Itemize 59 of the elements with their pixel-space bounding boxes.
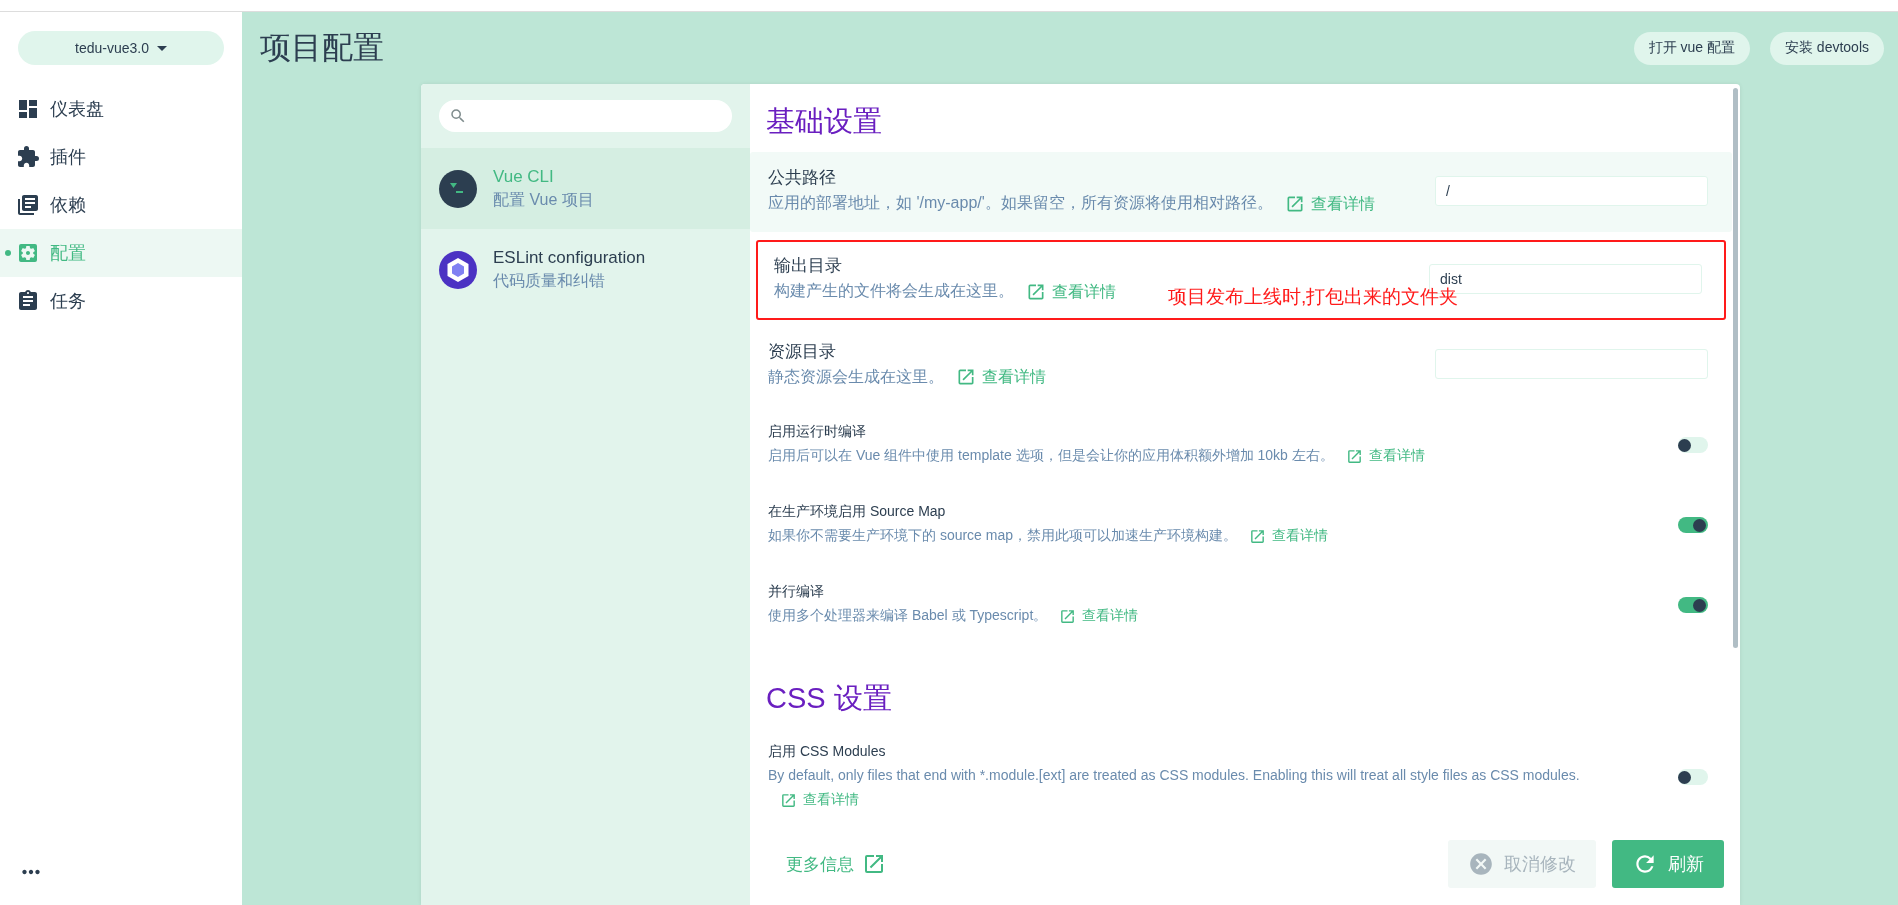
nav-item[interactable]: 任务	[0, 277, 242, 325]
details-link[interactable]: 查看详情	[1059, 605, 1139, 627]
external-link-icon	[780, 791, 797, 809]
text-field[interactable]	[1435, 349, 1708, 380]
setting-label: 输出目录	[774, 254, 843, 277]
toggle-switch[interactable]	[1678, 597, 1708, 614]
terminal-icon	[439, 169, 477, 208]
text-field[interactable]: /	[1435, 175, 1708, 206]
project-dropdown[interactable]: tedu-vue3.0	[18, 31, 224, 65]
details-link[interactable]: 查看详情	[780, 789, 859, 811]
setting-description: By default, only files that end with *.module.[ext] are treated as CSS modules. Enabling this will treat all style files as CSS modules.	[768, 767, 1580, 784]
setting-description: 如果你不需要生产环境下的 source map，禁用此项可以加速生产环境构建。	[768, 527, 1238, 544]
external-link-icon	[862, 852, 886, 876]
toggle-switch[interactable]	[1678, 437, 1708, 454]
cancel-icon	[1468, 851, 1494, 877]
details-link[interactable]: 查看详情	[1284, 191, 1375, 216]
nav-item[interactable]: 仪表盘	[0, 85, 242, 133]
external-link-icon	[1345, 447, 1363, 465]
setting-label: 资源目录	[768, 340, 837, 363]
setting-description: 应用的部署地址，如 '/my-app/'。如果留空，所有资源将使用相对路径。	[768, 194, 1273, 211]
caret-icon	[156, 45, 167, 51]
setting-description: 使用多个处理器来编译 Babel 或 Typescript。	[768, 607, 1048, 624]
scrollbar[interactable]	[1733, 88, 1738, 648]
config-list-item[interactable]: ESLint configuration 代码质量和纠错	[421, 229, 750, 310]
nav-item[interactable]: 插件	[0, 133, 242, 181]
dashboard-icon	[16, 97, 40, 121]
more-info-link[interactable]: 更多信息	[770, 852, 886, 876]
section-title: 基础设置	[765, 104, 883, 139]
setting-label: 并行编译	[768, 583, 825, 602]
setting-description: 启用后可以在 Vue 组件中使用 template 选项，但是会让你的应用体积额外增加 10kb 左右。	[768, 447, 1334, 464]
toggle-switch[interactable]	[1678, 769, 1708, 786]
setting-description: 静态资源会生成在这里。	[768, 367, 944, 385]
section-title: CSS 设置	[765, 681, 893, 717]
header-button[interactable]: 安装 devtools	[1769, 31, 1884, 65]
details-link[interactable]: 查看详情	[1249, 525, 1329, 547]
nav-item[interactable]: 依赖	[0, 181, 242, 229]
toggle-switch[interactable]	[1678, 517, 1708, 534]
external-link-icon	[1059, 607, 1077, 625]
header-button[interactable]: 打开 vue 配置	[1633, 31, 1750, 65]
refresh-button[interactable]: 刷新	[1612, 840, 1724, 888]
setting-label: 公共路径	[768, 167, 837, 189]
settings-icon	[16, 241, 40, 265]
config-list-item[interactable]: Vue CLI 配置 Vue 项目	[421, 148, 750, 229]
setting-label: 启用运行时编译	[768, 423, 867, 442]
details-link[interactable]: 查看详情	[1345, 445, 1425, 467]
setting-label: 启用 CSS Modules	[768, 743, 887, 762]
external-link-icon	[956, 367, 976, 388]
books-icon	[16, 193, 40, 217]
details-link[interactable]: 查看详情	[956, 365, 1046, 390]
setting-label: 在生产环境启用 Source Map	[768, 503, 947, 522]
search-icon	[449, 107, 467, 125]
clipboard-icon	[16, 289, 40, 313]
setting-description: 构建产生的文件将会生成在这里。	[774, 281, 1014, 299]
details-link[interactable]: 查看详情	[1026, 279, 1116, 304]
puzzle-icon	[16, 145, 40, 169]
external-link-icon	[1249, 527, 1267, 545]
nav-item[interactable]: 配置	[0, 229, 242, 277]
search-field[interactable]	[439, 100, 732, 132]
page-title: 项目配置	[260, 29, 385, 67]
